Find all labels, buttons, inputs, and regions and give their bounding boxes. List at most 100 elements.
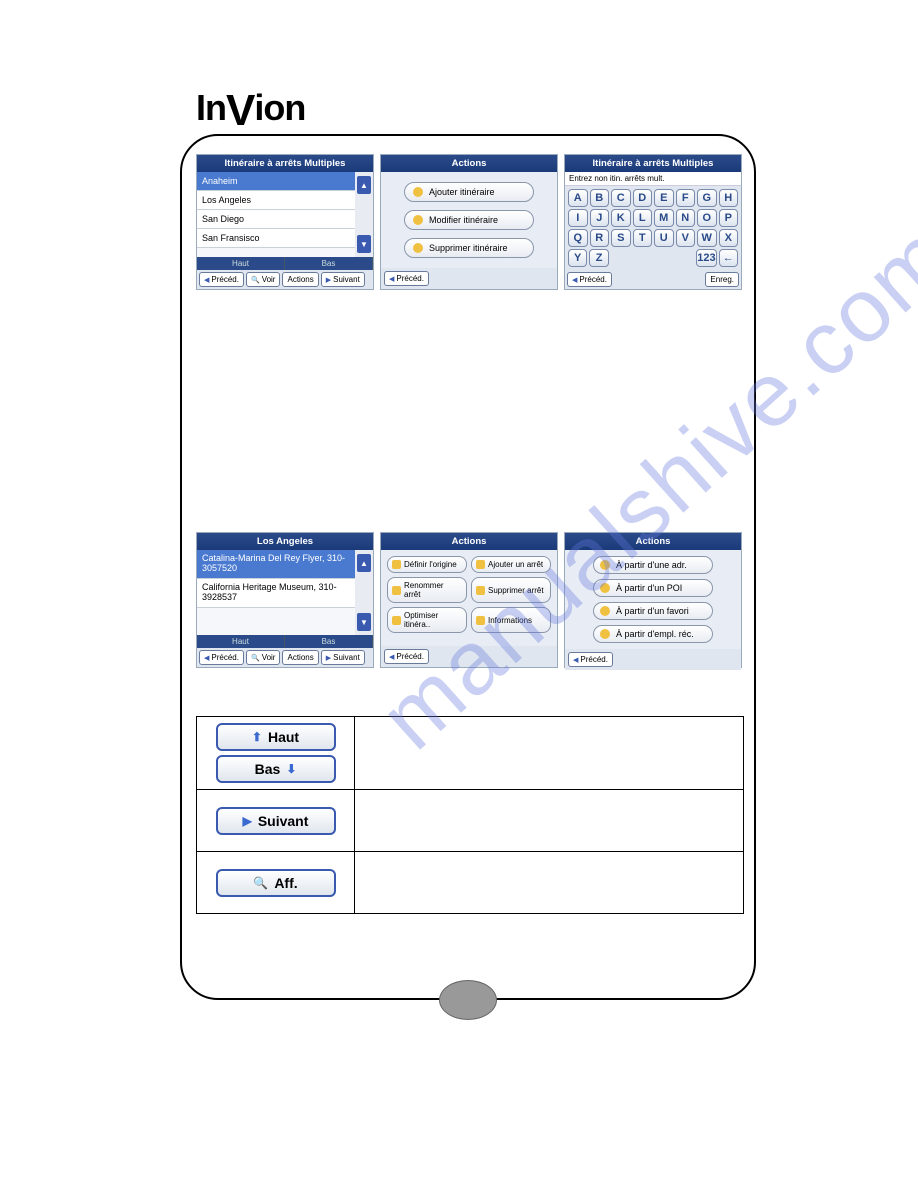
screens-row-2: Los Angeles Catalina-Marina Del Rey Flye… [196, 532, 742, 668]
table-cell [355, 852, 744, 914]
save-button[interactable]: Enreg. [705, 272, 739, 287]
prev-button[interactable]: Précéd. [199, 650, 244, 665]
key-h[interactable]: H [719, 189, 739, 207]
screen-actions: Actions Ajouter itinéraire Modifier itin… [380, 154, 558, 290]
key-o[interactable]: O [697, 209, 717, 227]
list-item[interactable]: Anaheim [197, 172, 355, 191]
key-l[interactable]: L [633, 209, 653, 227]
action-icon [476, 616, 485, 625]
scroll-down-icon[interactable]: ▼ [357, 613, 371, 631]
haut-button[interactable]: ⬆Haut [216, 723, 336, 751]
suivant-button[interactable]: ▶Suivant [216, 807, 336, 835]
screen-title: Los Angeles [197, 533, 373, 550]
scroll-up-icon[interactable]: ▲ [357, 176, 371, 194]
key-u[interactable]: U [654, 229, 674, 247]
action-icon [392, 560, 401, 569]
prev-button[interactable]: Précéd. [567, 272, 612, 287]
key-x[interactable]: X [719, 229, 739, 247]
dot-icon [413, 187, 423, 197]
key-n[interactable]: N [676, 209, 696, 227]
from-poi-button[interactable]: À partir d'un POI [593, 579, 713, 597]
bas-button[interactable]: Bas⬇ [216, 755, 336, 783]
view-button[interactable]: Voir [246, 650, 281, 665]
button-reference-table: ⬆Haut Bas⬇ ▶Suivant 🔍Aff. [196, 716, 744, 914]
table-cell [355, 790, 744, 852]
from-favorite-button[interactable]: À partir d'un favori [593, 602, 713, 620]
up-button[interactable]: Haut [197, 257, 285, 270]
screen-actions-from: Actions À partir d'une adr. À partir d'u… [564, 532, 742, 668]
prev-button[interactable]: Précéd. [568, 652, 613, 667]
key-c[interactable]: C [611, 189, 631, 207]
screen-title: Actions [565, 533, 741, 550]
actions-button[interactable]: Actions [282, 272, 318, 287]
key-backspace-icon[interactable]: ← [719, 249, 738, 267]
down-button[interactable]: Bas [285, 635, 373, 648]
key-j[interactable]: J [590, 209, 610, 227]
dot-icon [600, 560, 610, 570]
key-r[interactable]: R [590, 229, 610, 247]
key-b[interactable]: B [590, 189, 610, 207]
key-z[interactable]: Z [589, 249, 608, 267]
key-d[interactable]: D [633, 189, 653, 207]
list-item[interactable]: Catalina-Marina Del Rey Flyer, 310-30575… [197, 550, 355, 579]
scroll-up-icon[interactable]: ▲ [357, 554, 371, 572]
dot-icon [600, 583, 610, 593]
key-numeric[interactable]: 123 [696, 249, 716, 267]
key-q[interactable]: Q [568, 229, 588, 247]
key-v[interactable]: V [676, 229, 696, 247]
from-address-button[interactable]: À partir d'une adr. [593, 556, 713, 574]
arrow-up-icon: ⬆ [252, 730, 262, 744]
key-w[interactable]: W [697, 229, 717, 247]
screen-itinerary-list: Itinéraire à arrêts Multiples Anaheim Lo… [196, 154, 374, 290]
optimize-button[interactable]: Optimiser itinéra.. [387, 607, 467, 633]
scroll-down-icon[interactable]: ▼ [357, 235, 371, 253]
key-i[interactable]: I [568, 209, 588, 227]
view-button[interactable]: Voir [246, 272, 281, 287]
key-t[interactable]: T [633, 229, 653, 247]
aff-button[interactable]: 🔍Aff. [216, 869, 336, 897]
actions-button[interactable]: Actions [282, 650, 318, 665]
action-icon [392, 586, 401, 595]
down-button[interactable]: Bas [285, 257, 373, 270]
key-e[interactable]: E [654, 189, 674, 207]
add-itinerary-button[interactable]: Ajouter itinéraire [404, 182, 534, 202]
key-g[interactable]: G [697, 189, 717, 207]
brand-logo: InVion [196, 86, 305, 136]
delete-stop-button[interactable]: Supprimer arrêt [471, 577, 551, 603]
screen-title: Actions [381, 155, 557, 172]
prev-button[interactable]: Précéd. [384, 271, 429, 286]
list-item[interactable]: San Diego [197, 210, 355, 229]
list-item[interactable]: California Heritage Museum, 310-3928537 [197, 579, 355, 608]
dot-icon [600, 629, 610, 639]
key-f[interactable]: F [676, 189, 696, 207]
dot-icon [600, 606, 610, 616]
set-origin-button[interactable]: Définir l'origine [387, 556, 467, 573]
keyboard-hint: Entrez non itin. arrêts mult. [565, 172, 741, 185]
action-icon [476, 586, 485, 595]
key-m[interactable]: M [654, 209, 674, 227]
dot-icon [413, 215, 423, 225]
info-button[interactable]: Informations [471, 607, 551, 633]
magnify-icon: 🔍 [253, 876, 268, 890]
up-button[interactable]: Haut [197, 635, 285, 648]
home-button[interactable] [439, 980, 497, 1020]
next-button[interactable]: Suivant [321, 272, 365, 287]
screen-actions-grid: Actions Définir l'origine Ajouter un arr… [380, 532, 558, 668]
add-stop-button[interactable]: Ajouter un arrêt [471, 556, 551, 573]
prev-button[interactable]: Précéd. [199, 272, 244, 287]
delete-itinerary-button[interactable]: Supprimer itinéraire [404, 238, 534, 258]
dot-icon [413, 243, 423, 253]
from-recent-button[interactable]: À partir d'empl. réc. [593, 625, 713, 643]
key-s[interactable]: S [611, 229, 631, 247]
prev-button[interactable]: Précéd. [384, 649, 429, 664]
list-item[interactable]: San Fransisco [197, 229, 355, 248]
key-y[interactable]: Y [568, 249, 587, 267]
key-a[interactable]: A [568, 189, 588, 207]
list-item[interactable]: Los Angeles [197, 191, 355, 210]
key-k[interactable]: K [611, 209, 631, 227]
key-p[interactable]: P [719, 209, 739, 227]
screen-title: Itinéraire à arrêts Multiples [197, 155, 373, 172]
modify-itinerary-button[interactable]: Modifier itinéraire [404, 210, 534, 230]
next-button[interactable]: Suivant [321, 650, 365, 665]
rename-stop-button[interactable]: Renommer arrêt [387, 577, 467, 603]
